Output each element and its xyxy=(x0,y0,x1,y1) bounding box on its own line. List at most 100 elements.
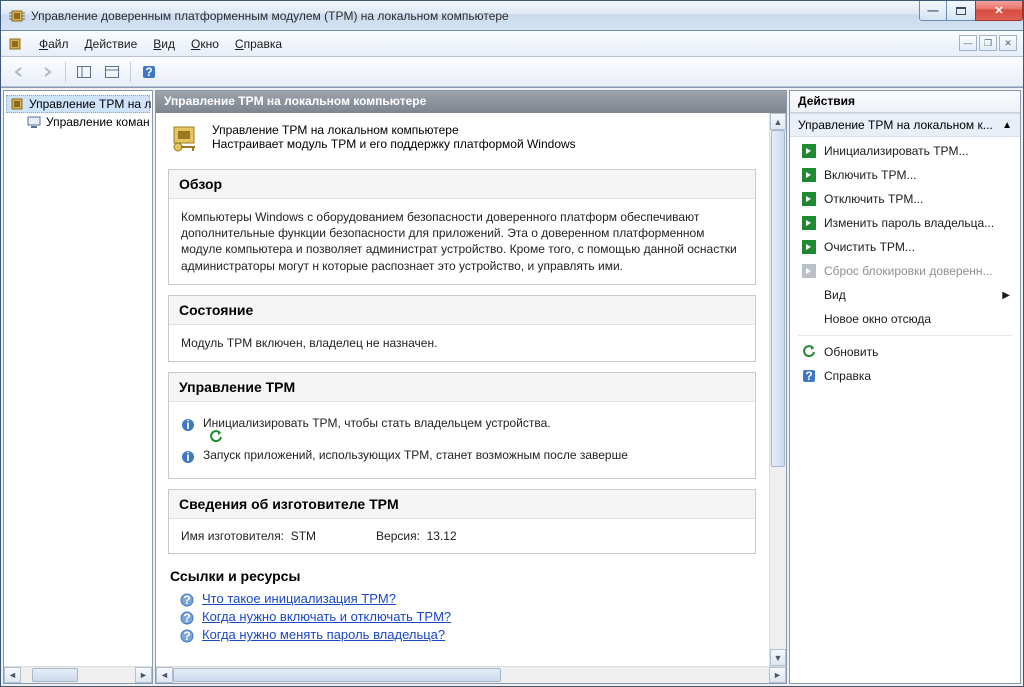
help-link-1[interactable]: Что такое инициализация TPM? xyxy=(202,591,396,606)
arrow-right-green-icon xyxy=(802,216,816,230)
content-scrollbar-h[interactable]: ◄ ► xyxy=(156,666,786,683)
main-area: Управление TPM на л Управление коман ◄ ►… xyxy=(1,87,1023,686)
arrow-right-green-icon xyxy=(802,240,816,254)
content-scrollbar-v[interactable]: ▲ ▼ xyxy=(769,113,786,666)
content-body: Управление TPM на локальном компьютере Н… xyxy=(156,113,786,666)
refresh-icon xyxy=(802,345,816,359)
nav-forward-button[interactable] xyxy=(35,60,59,84)
nav-back-button[interactable] xyxy=(7,60,31,84)
actions-group-header[interactable]: Управление TPM на локальном к... ▲ xyxy=(790,113,1020,137)
mdi-close-button[interactable]: ✕ xyxy=(999,35,1017,51)
svg-text:i: i xyxy=(186,418,189,432)
mdi-restore-button[interactable]: ❐ xyxy=(979,35,997,51)
intro-title: Управление TPM на локальном компьютере xyxy=(212,123,576,137)
tree-pane: Управление TPM на л Управление коман ◄ ► xyxy=(3,90,153,684)
vendor-version-value: 13.12 xyxy=(427,529,457,543)
collapse-icon: ▲ xyxy=(1002,120,1012,131)
arrow-right-green-icon xyxy=(802,168,816,182)
svg-text:?: ? xyxy=(183,611,190,625)
actions-pane: Действия Управление TPM на локальном к..… xyxy=(789,90,1021,684)
help-link-3[interactable]: Когда нужно менять пароль владельца? xyxy=(202,627,445,642)
mdi-controls: — ❐ ✕ xyxy=(959,35,1017,51)
menu-window[interactable]: Окно xyxy=(183,34,227,54)
mdi-minimize-button[interactable]: — xyxy=(959,35,977,51)
svg-text:i: i xyxy=(186,450,189,464)
minimize-button[interactable]: — xyxy=(919,1,947,21)
window-controls: — ✕ xyxy=(920,1,1023,30)
help-button[interactable]: ? xyxy=(137,60,161,84)
tpm-key-icon xyxy=(168,123,200,155)
action-reset-lockout[interactable]: Сброс блокировки доверенн... xyxy=(790,259,1020,283)
tpm-chip-icon xyxy=(9,96,25,112)
manage-bullet-1: i Инициализировать TPM, чтобы стать влад… xyxy=(181,416,743,444)
tpm-chip-icon xyxy=(9,8,25,24)
submenu-arrow-icon: ▶ xyxy=(1002,290,1010,301)
maximize-button[interactable] xyxy=(946,1,976,21)
action-disable-tpm[interactable]: Отключить TPM... xyxy=(790,187,1020,211)
help-bullet-icon: ? xyxy=(180,611,194,625)
action-initialize-tpm[interactable]: Инициализировать TPM... xyxy=(790,139,1020,163)
manage-heading: Управление TPM xyxy=(169,373,755,402)
help-icon: ? xyxy=(802,369,816,383)
properties-button[interactable] xyxy=(100,60,124,84)
close-button[interactable]: ✕ xyxy=(975,1,1023,21)
arrow-right-green-icon xyxy=(802,192,816,206)
actions-list: Инициализировать TPM... Включить TPM... … xyxy=(790,137,1020,390)
overview-heading: Обзор xyxy=(169,170,755,199)
refresh-icon[interactable] xyxy=(209,430,223,444)
tree-root-tpm[interactable]: Управление TPM на л xyxy=(6,95,150,113)
vendor-heading: Сведения об изготовителе TPM xyxy=(169,490,755,519)
action-change-owner-password[interactable]: Изменить пароль владельца... xyxy=(790,211,1020,235)
tree-scrollbar-h[interactable]: ◄ ► xyxy=(4,666,152,683)
action-new-window[interactable]: Новое окно отсюда xyxy=(790,307,1020,331)
show-hide-tree-button[interactable] xyxy=(72,60,96,84)
manage-bullet-2-text: Запуск приложений, использующих TPM, ста… xyxy=(203,448,628,462)
menu-view[interactable]: Вид xyxy=(145,34,183,54)
app-window: Управление доверенным платформенным моду… xyxy=(0,0,1024,687)
toolbar-separator xyxy=(130,62,131,82)
action-enable-tpm[interactable]: Включить TPM... xyxy=(790,163,1020,187)
overview-section: Обзор Компьютеры Windows с оборудованием… xyxy=(168,169,756,285)
arrow-right-gray-icon xyxy=(802,264,816,278)
tree-child-label: Управление коман xyxy=(46,115,150,129)
menubar: Файл Действие Вид Окно Справка — ❐ ✕ xyxy=(1,31,1023,57)
status-section: Состояние Модуль TPM включен, владелец н… xyxy=(168,295,756,362)
svg-text:?: ? xyxy=(145,65,152,79)
action-view-submenu[interactable]: Вид ▶ xyxy=(790,283,1020,307)
help-link-2[interactable]: Когда нужно включать и отключать TPM? xyxy=(202,609,451,624)
content-pane: Управление TPM на локальном компьютере У… xyxy=(155,90,787,684)
links-heading: Ссылки и ресурсы xyxy=(168,564,756,590)
info-icon: i xyxy=(181,418,195,432)
toolbar: ? xyxy=(1,57,1023,87)
svg-text:?: ? xyxy=(805,369,812,383)
overview-text: Компьютеры Windows с оборудованием безоп… xyxy=(181,209,743,274)
monitor-icon xyxy=(26,114,42,130)
menu-action[interactable]: Действие xyxy=(77,34,146,54)
svg-text:?: ? xyxy=(183,593,190,607)
vendor-version-label: Версия: xyxy=(376,529,420,543)
menu-file[interactable]: Файл xyxy=(31,34,77,54)
tree: Управление TPM на л Управление коман xyxy=(4,91,152,666)
titlebar: Управление доверенным платформенным моду… xyxy=(1,1,1023,31)
manage-bullet-1-text: Инициализировать TPM, чтобы стать владел… xyxy=(203,416,551,430)
arrow-right-green-icon xyxy=(802,144,816,158)
intro-block: Управление TPM на локальном компьютере Н… xyxy=(168,123,774,155)
menu-help[interactable]: Справка xyxy=(227,34,290,54)
action-clear-tpm[interactable]: Очистить TPM... xyxy=(790,235,1020,259)
tree-root-label: Управление TPM на л xyxy=(29,97,151,111)
vendor-section: Сведения об изготовителе TPM Имя изготов… xyxy=(168,489,756,554)
manage-section: Управление TPM i Инициализировать TPM, ч… xyxy=(168,372,756,479)
action-help[interactable]: ? Справка xyxy=(790,364,1020,388)
help-bullet-icon: ? xyxy=(180,629,194,643)
tree-child-commands[interactable]: Управление коман xyxy=(6,113,150,131)
info-icon: i xyxy=(181,450,195,464)
help-bullet-icon: ? xyxy=(180,593,194,607)
svg-text:?: ? xyxy=(183,629,190,643)
action-refresh[interactable]: Обновить xyxy=(790,340,1020,364)
intro-subtitle: Настраивает модуль TPM и его поддержку п… xyxy=(212,137,576,151)
actions-title: Действия xyxy=(790,91,1020,113)
vendor-name-value: STM xyxy=(291,529,316,543)
tpm-chip-icon xyxy=(7,36,23,52)
status-text: Модуль TPM включен, владелец не назначен… xyxy=(181,335,743,351)
content-header: Управление TPM на локальном компьютере xyxy=(156,91,786,113)
